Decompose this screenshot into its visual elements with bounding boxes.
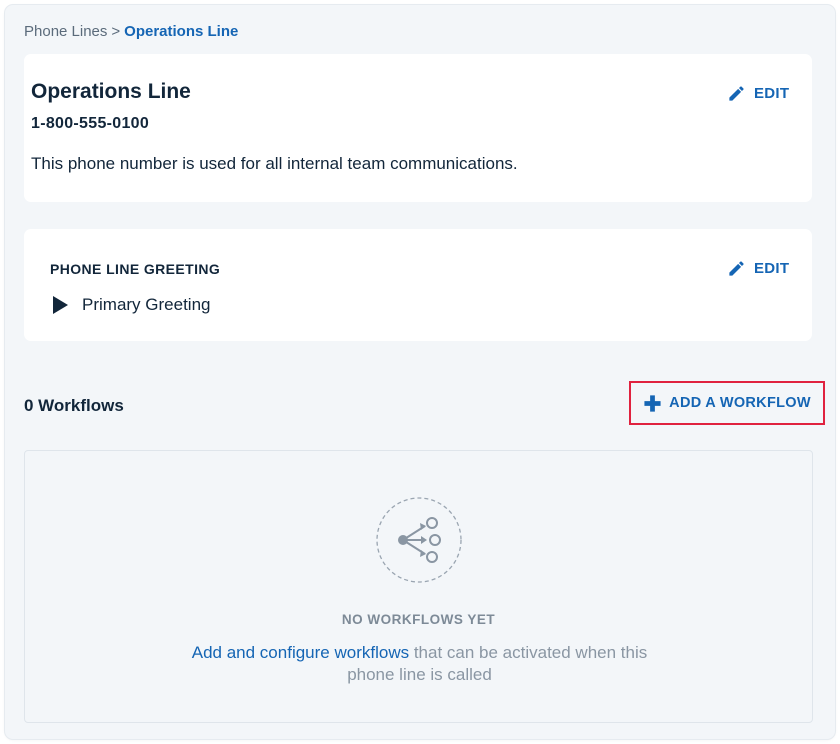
pencil-icon (729, 86, 744, 101)
line-name: Operations Line (31, 80, 191, 103)
add-workflow-button[interactable]: ADD A WORKFLOW (629, 381, 825, 425)
empty-state-title: NO WORKFLOWS YET (341, 612, 496, 627)
breadcrumb-phone-lines[interactable]: Phone Lines (24, 23, 107, 40)
workflows-empty-state: NO WORKFLOWS YET Add and configure workf… (24, 450, 813, 723)
phone-line-panel: Phone Lines > Operations Line Operations L… (5, 5, 835, 739)
greeting-heading: PHONE LINE GREETING (50, 261, 221, 277)
add-workflow-label: ADD A WORKFLOW (669, 395, 811, 411)
workflow-count: 0 Workflows (24, 396, 124, 415)
plus-icon (644, 394, 661, 412)
greeting-card (24, 229, 812, 341)
edit-greeting-button[interactable]: EDIT (727, 259, 789, 278)
play-icon[interactable] (52, 295, 69, 315)
edit-line-button[interactable]: EDIT (727, 84, 789, 103)
empty-state-description: Add and configure workflows that can be … (175, 642, 664, 686)
workflow-branch-icon (376, 497, 462, 583)
line-phone-number: 1-800-555-0100 (31, 115, 150, 132)
line-description: This phone number is used for all intern… (31, 154, 518, 173)
edit-greeting-label: EDIT (754, 260, 790, 277)
greeting-name: Primary Greeting (82, 295, 211, 314)
breadcrumb-current: Operations Line (124, 23, 239, 40)
pencil-icon (729, 261, 744, 276)
greeting-item[interactable]: Primary Greeting (52, 295, 210, 315)
edit-line-label: EDIT (754, 85, 790, 102)
breadcrumb-separator: > (111, 23, 121, 40)
add-configure-workflows-link[interactable]: Add and configure workflows (192, 643, 409, 662)
breadcrumb: Phone Lines > Operations Line (24, 23, 238, 40)
